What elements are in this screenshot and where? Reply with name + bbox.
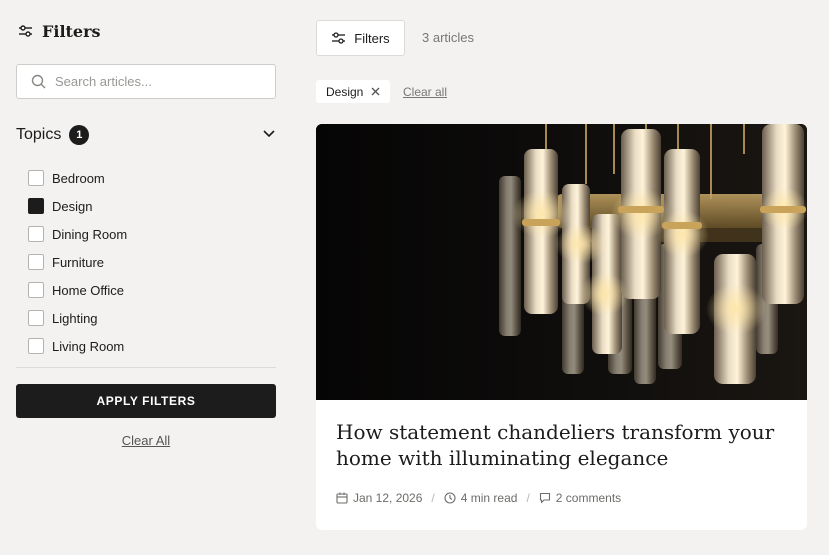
meta-separator: / [431, 491, 435, 505]
topic-label: Home Office [52, 282, 125, 298]
topic-label: Dining Room [52, 226, 128, 242]
topic-option-lighting[interactable]: Lighting [28, 304, 127, 332]
search-icon [31, 74, 46, 89]
topics-checklist: Bedroom Design Dining Room Furniture Hom… [28, 164, 127, 360]
chevron-down-icon[interactable] [262, 129, 276, 139]
topic-label: Furniture [52, 254, 105, 270]
close-icon[interactable] [371, 87, 380, 96]
clear-all-filters-link[interactable]: Clear all [403, 85, 447, 99]
clock-icon [444, 492, 456, 504]
apply-filters-button[interactable]: APPLY FILTERS [16, 384, 276, 418]
article-card[interactable]: How statement chandeliers transform your… [316, 124, 807, 530]
divider [16, 367, 276, 368]
checkbox[interactable] [28, 282, 44, 298]
read-time-text: 4 min read [460, 491, 518, 505]
sliders-icon [19, 25, 32, 37]
date-text: Jan 12, 2026 [353, 491, 423, 505]
article-read-time: 4 min read [444, 491, 518, 505]
filters-button-label: Filters [354, 30, 390, 46]
search-input[interactable] [55, 74, 255, 89]
topic-label: Design [52, 198, 93, 214]
calendar-icon [336, 492, 348, 504]
topic-option-furniture[interactable]: Furniture [28, 248, 127, 276]
filters-toggle-button[interactable]: Filters [316, 20, 405, 56]
article-title[interactable]: How statement chandeliers transform your… [336, 419, 786, 471]
topic-option-bedroom[interactable]: Bedroom [28, 164, 127, 192]
topic-option-design[interactable]: Design [28, 192, 127, 220]
sidebar-header: Filters [16, 20, 101, 42]
sidebar-title: Filters [42, 21, 101, 41]
chip-label: Design [326, 84, 364, 99]
topic-label: Living Room [52, 338, 125, 354]
topic-option-dining-room[interactable]: Dining Room [28, 220, 127, 248]
topic-option-home-office[interactable]: Home Office [28, 276, 127, 304]
checkbox[interactable] [28, 338, 44, 354]
topics-header[interactable]: Topics 1 [16, 123, 276, 147]
sliders-icon [332, 32, 346, 44]
article-meta: Jan 12, 2026 / 4 min read / 2 comments [336, 491, 621, 505]
topics-count-badge: 1 [69, 125, 90, 145]
article-image[interactable] [316, 124, 807, 400]
active-filter-chip: Design [316, 80, 391, 103]
topic-label: Lighting [52, 310, 98, 326]
checkbox[interactable] [28, 310, 44, 326]
clear-all-link[interactable]: Clear All [16, 433, 276, 448]
comments-text: 2 comments [555, 491, 622, 505]
topics-label: Topics [16, 126, 62, 143]
checkbox[interactable] [28, 226, 44, 242]
checkbox-checked[interactable] [28, 198, 44, 214]
checkbox[interactable] [28, 170, 44, 186]
checkbox[interactable] [28, 254, 44, 270]
article-date: Jan 12, 2026 [336, 491, 422, 505]
meta-separator: / [526, 491, 530, 505]
article-count: 3 articles [422, 30, 475, 45]
topic-option-living-room[interactable]: Living Room [28, 332, 127, 360]
topic-label: Bedroom [52, 170, 105, 186]
article-comments[interactable]: 2 comments [539, 491, 621, 505]
search-box [16, 64, 276, 99]
comment-icon [539, 492, 550, 504]
